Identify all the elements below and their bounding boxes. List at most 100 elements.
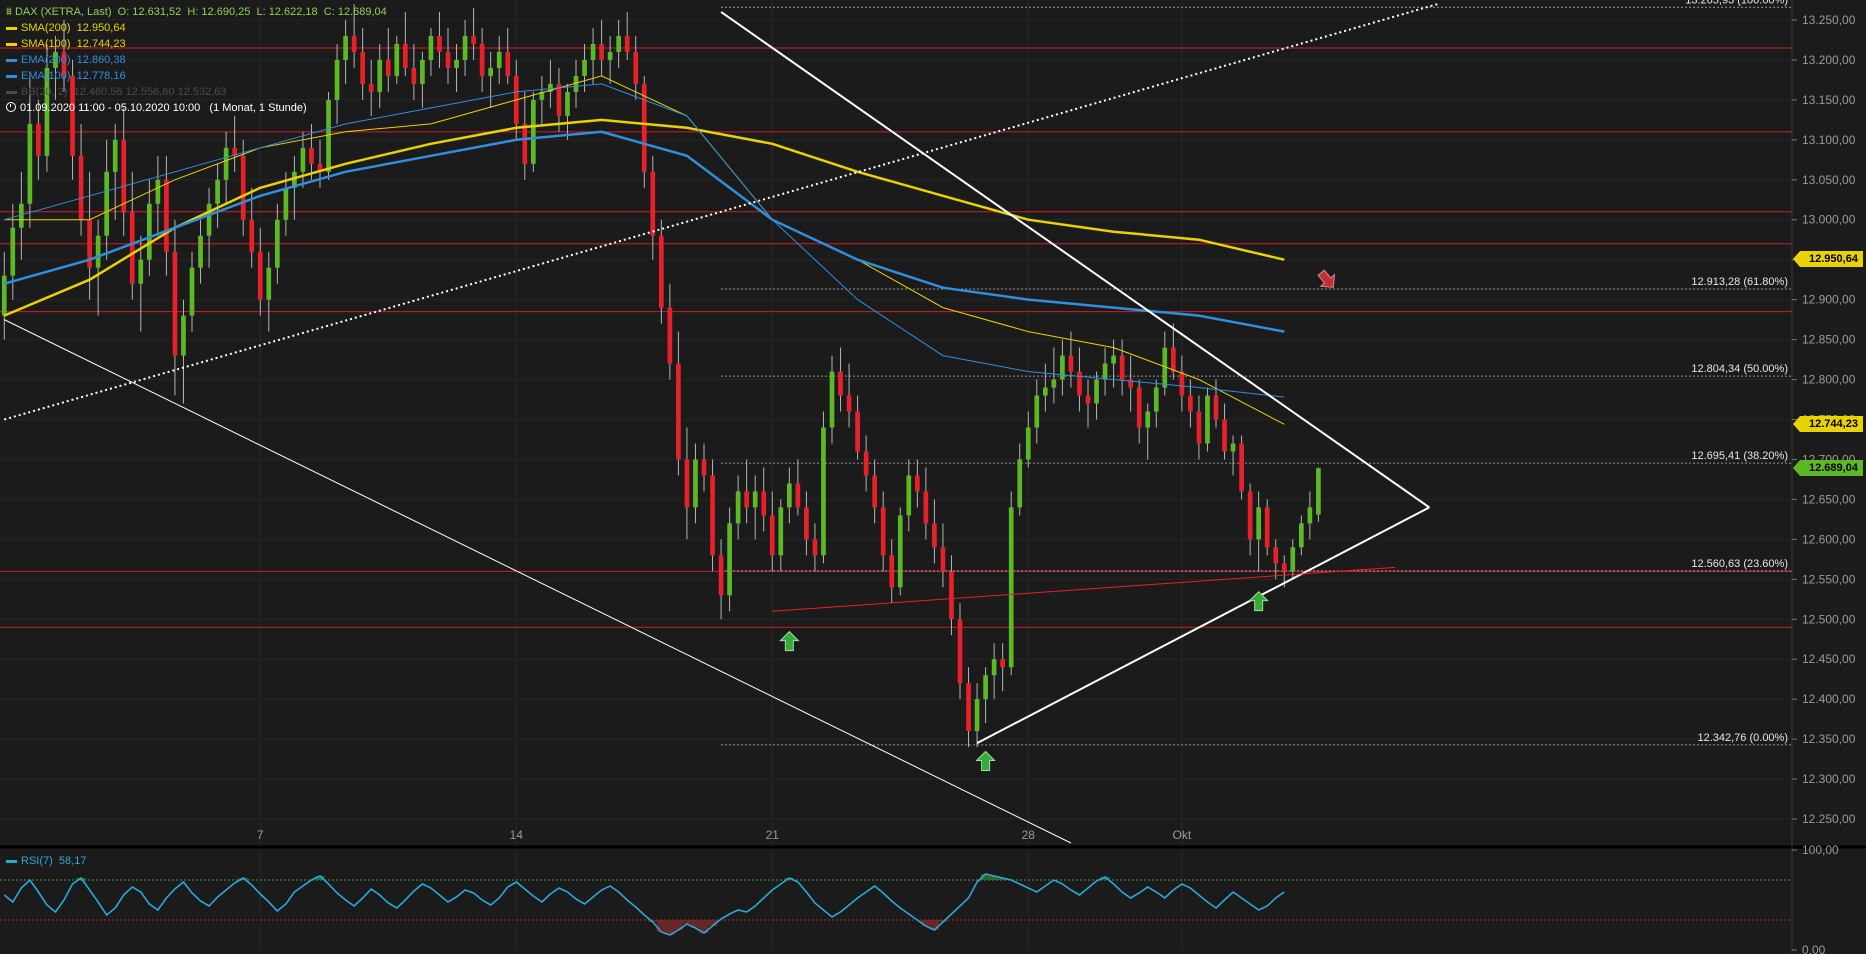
- sma200-label: SMA(200): [21, 22, 71, 34]
- candle-body: [599, 43, 604, 60]
- candle-body: [778, 507, 784, 556]
- chart-legend: ⩩ DAX (XETRA, Last) O: 12.631,52 H: 12.6…: [6, 4, 387, 100]
- candle-body: [1256, 507, 1262, 540]
- candle-body: [1, 275, 7, 316]
- candle-body: [27, 123, 33, 204]
- candle-body: [1307, 507, 1313, 524]
- sma100-swatch: [6, 42, 17, 46]
- price-tag-sma200: 12.950,64: [1793, 251, 1863, 268]
- candle-body: [897, 515, 903, 588]
- y-tick-label: 12.350,00: [1802, 732, 1856, 746]
- candle-body: [701, 459, 707, 476]
- y-tick-label: 12.500,00: [1802, 612, 1856, 626]
- candle-body: [949, 571, 954, 620]
- candle-body: [411, 67, 417, 84]
- rsi-y-tick-label: 0,00: [1802, 943, 1826, 954]
- legend-sma200[interactable]: SMA(200) 12.950,64: [6, 20, 387, 36]
- candle-body: [914, 475, 920, 492]
- candle-body: [129, 211, 135, 284]
- rsi-legend[interactable]: RSI(7) 58,17: [6, 855, 86, 867]
- ema200-label: EMA(200): [21, 54, 71, 66]
- legend-hidden-indicator[interactable]: BB(20, 2) 12.460,56 12.556,60 12.532,63: [6, 84, 387, 100]
- candle-body: [172, 251, 178, 356]
- candle-body: [855, 411, 860, 452]
- candle-body: [394, 43, 400, 76]
- candle-body: [471, 35, 476, 44]
- y-tick-label: 12.850,00: [1802, 333, 1856, 347]
- candle-body: [189, 267, 195, 316]
- candle-body: [1239, 443, 1244, 492]
- sma100-label: SMA(100): [21, 38, 71, 50]
- legend-low: L: 12.622,18: [256, 6, 318, 18]
- y-tick-label: 12.800,00: [1802, 373, 1856, 387]
- y-tick-label: 13.250,00: [1802, 13, 1856, 27]
- candlestick-icon: ⩩: [6, 6, 12, 18]
- candle-body: [650, 171, 656, 236]
- candle-body: [10, 227, 16, 276]
- hidden-swatch: [6, 90, 17, 94]
- candle-body: [812, 539, 818, 556]
- fibonacci-label: 12.342,76 (0.00%): [1697, 732, 1788, 744]
- candle-body: [889, 555, 895, 588]
- candle-body: [838, 371, 843, 396]
- candle-body: [1145, 411, 1151, 428]
- candle-body: [676, 363, 681, 460]
- candle-body: [215, 179, 220, 204]
- candle-body: [582, 59, 587, 76]
- candle-body: [428, 35, 434, 60]
- candle-body: [846, 395, 852, 412]
- rsi-value: 58,17: [58, 855, 87, 867]
- legend-open: O: 12.631,52: [117, 6, 182, 18]
- legend-ema100[interactable]: EMA(100) 12.778,16: [6, 68, 387, 84]
- candle-body: [590, 43, 596, 60]
- y-tick-label: 13.100,00: [1802, 133, 1856, 147]
- candle-body: [112, 139, 118, 172]
- candle-body: [530, 99, 536, 164]
- y-tick-label: 12.450,00: [1802, 652, 1856, 666]
- y-tick-label: 12.300,00: [1802, 772, 1856, 786]
- candle-body: [710, 475, 715, 556]
- candle-body: [283, 187, 289, 220]
- candle-body: [1042, 387, 1048, 396]
- candle-body: [821, 427, 826, 556]
- candle-body: [1136, 387, 1142, 428]
- candle-body: [966, 683, 971, 732]
- candle-body: [1119, 355, 1125, 380]
- candle-body: [1290, 547, 1296, 572]
- x-tick-label: 7: [257, 828, 264, 842]
- candle-body: [1281, 563, 1287, 572]
- rsi-swatch: [6, 859, 17, 863]
- fibonacci-label: 12.913,28 (61.80%): [1691, 276, 1788, 288]
- candle-body: [684, 459, 690, 508]
- candle-body: [479, 43, 485, 76]
- candle-body: [257, 251, 263, 300]
- date-range-text: 01.09.2020 11:00 - 05.10.2020 10:00: [20, 102, 201, 114]
- candle-body: [249, 219, 255, 252]
- candle-body: [633, 51, 639, 84]
- candle-body: [326, 99, 331, 172]
- candle-body: [744, 491, 750, 508]
- candle-body: [1316, 468, 1321, 515]
- legend-high: H: 12.690,25: [187, 6, 251, 18]
- legend-sma100[interactable]: SMA(100) 12.744,23: [6, 36, 387, 52]
- y-tick-label: 12.650,00: [1802, 492, 1856, 506]
- candle-body: [1179, 371, 1185, 396]
- candle-body: [667, 307, 673, 364]
- candle-body: [1264, 507, 1270, 548]
- fibonacci-label: 12.695,41 (38.20%): [1691, 450, 1788, 462]
- candle-body: [462, 35, 468, 60]
- x-tick-label: 28: [1022, 828, 1036, 842]
- legend-ema200[interactable]: EMA(200) 12.860,38: [6, 52, 387, 68]
- sma100-value: 12.744,23: [76, 38, 126, 50]
- candle-body: [181, 315, 186, 356]
- stock-chart[interactable]: 7 14 21 28 Okt 12.250,00 12.300,00 12.350,00 12.…: [0, 0, 1866, 954]
- candle-body: [1298, 523, 1304, 548]
- price-tag-sma100: 12.744,23: [1793, 416, 1863, 433]
- candle-body: [420, 59, 425, 84]
- candle-body: [718, 555, 724, 596]
- candle-body: [402, 43, 408, 68]
- candle-body: [1077, 371, 1082, 396]
- candle-body: [940, 547, 946, 572]
- candle-body: [266, 267, 272, 300]
- candle-body: [1034, 395, 1040, 428]
